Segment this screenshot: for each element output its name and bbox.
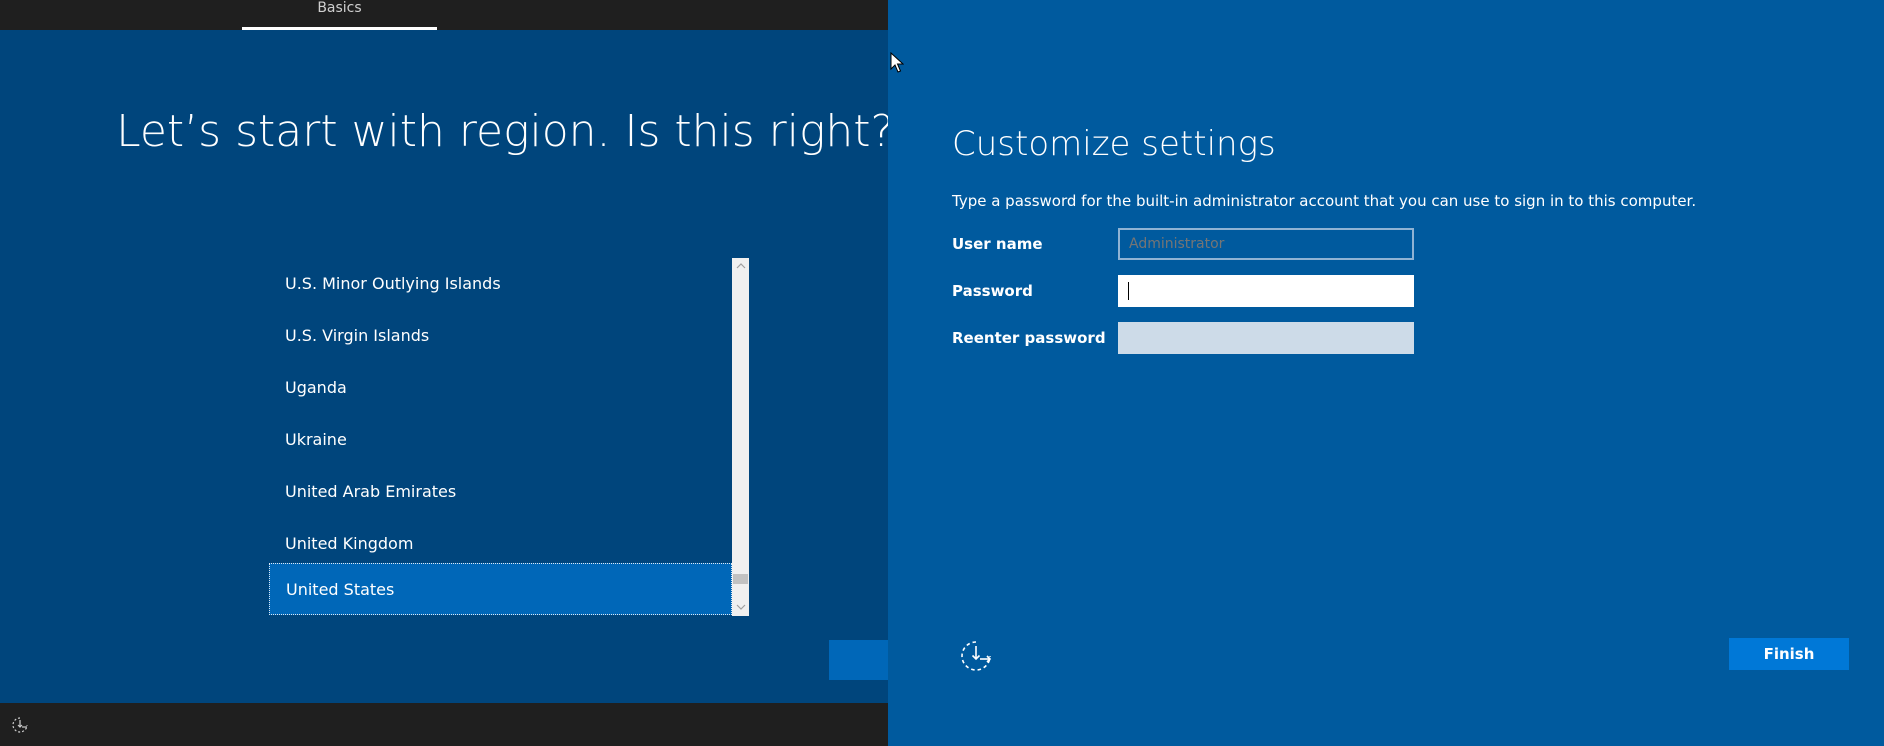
- list-item-region[interactable]: Ukraine: [269, 414, 732, 466]
- password-field[interactable]: [1118, 275, 1414, 307]
- tab-active-indicator: [242, 27, 437, 30]
- region-setup-pane: Basics Let’s start with region. Is this …: [0, 0, 888, 746]
- reenter-password-field[interactable]: [1118, 322, 1414, 354]
- region-list-scrollbar[interactable]: [732, 258, 749, 616]
- password-label: Password: [952, 282, 1033, 300]
- customize-settings-pane: Customize settings Type a password for t…: [888, 0, 1884, 746]
- list-item-region-selected[interactable]: United States: [269, 563, 732, 615]
- region-label: U.S. Virgin Islands: [285, 326, 430, 345]
- list-item-region[interactable]: U.S. Minor Outlying Islands: [269, 258, 732, 310]
- finish-button[interactable]: Finish: [1729, 638, 1849, 670]
- list-item-region[interactable]: U.S. Virgin Islands: [269, 310, 732, 362]
- setup-progress-bar: Basics: [0, 0, 888, 30]
- list-item-region[interactable]: United Arab Emirates: [269, 466, 732, 518]
- page-title: Customize settings: [952, 124, 1276, 164]
- tab-basics-label: Basics: [317, 0, 362, 16]
- region-label: United Kingdom: [285, 534, 414, 553]
- settings-description: Type a password for the built-in adminis…: [952, 192, 1697, 210]
- reenter-password-label: Reenter password: [952, 329, 1106, 347]
- region-label: United Arab Emirates: [285, 482, 457, 501]
- ease-of-access-icon[interactable]: [958, 638, 994, 674]
- mouse-pointer-icon: [890, 51, 905, 74]
- username-label: User name: [952, 235, 1043, 253]
- page-title: Let’s start with region. Is this right?: [116, 106, 888, 157]
- ease-of-access-icon[interactable]: [11, 716, 29, 734]
- yes-button[interactable]: [829, 640, 888, 680]
- text-caret: [1128, 282, 1129, 300]
- bottom-bar: [0, 703, 888, 746]
- chevron-up-icon[interactable]: [732, 258, 749, 275]
- region-list[interactable]: U.S. Minor Outlying Islands U.S. Virgin …: [269, 258, 749, 616]
- tab-basics[interactable]: Basics: [242, 0, 437, 30]
- region-label: Uganda: [285, 378, 347, 397]
- username-field[interactable]: [1118, 228, 1414, 260]
- list-item-region[interactable]: Uganda: [269, 362, 732, 414]
- scrollbar-thumb[interactable]: [733, 574, 748, 584]
- chevron-down-icon[interactable]: [732, 599, 749, 616]
- region-label: U.S. Minor Outlying Islands: [285, 274, 501, 293]
- region-label: Ukraine: [285, 430, 347, 449]
- region-label: United States: [286, 580, 395, 599]
